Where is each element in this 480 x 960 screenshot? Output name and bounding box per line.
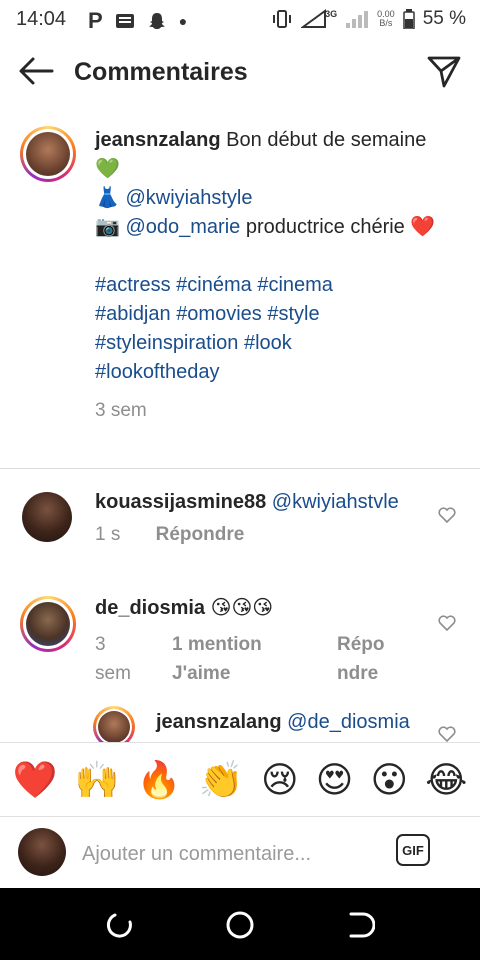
commenter-avatar[interactable] bbox=[20, 596, 76, 652]
hashtag[interactable]: #omovies bbox=[176, 303, 262, 325]
status-bar: 14:04 P ● 3G 0.00 B/s 55 % bbox=[0, 0, 480, 38]
hashtag[interactable]: #look bbox=[244, 332, 292, 354]
emoji-clap[interactable]: 👏 bbox=[199, 759, 244, 801]
comment-mention[interactable]: @kwiyiahstvle bbox=[272, 491, 399, 513]
emoji-heart[interactable]: ❤️ bbox=[13, 759, 58, 801]
news-icon bbox=[115, 14, 134, 28]
commenter-avatar[interactable] bbox=[93, 706, 135, 742]
header: Commentaires bbox=[0, 38, 480, 108]
caption-line3: productrice chérie ❤️ bbox=[245, 216, 436, 238]
emoji-heart-eyes[interactable]: 😍 bbox=[316, 759, 354, 801]
comment-text: 😘😘😘 bbox=[210, 597, 274, 619]
network-type: 3G bbox=[325, 9, 338, 19]
parking-icon: P bbox=[88, 8, 103, 33]
emoji-surprised[interactable]: 😮 bbox=[371, 759, 409, 801]
emoji-laughing[interactable]: 😂 bbox=[425, 759, 467, 801]
emoji-raising-hands[interactable]: 🙌 bbox=[75, 759, 120, 801]
reply-button[interactable]: Répondre bbox=[337, 630, 391, 688]
user-avatar bbox=[18, 828, 66, 876]
emoji-crying[interactable]: 😢 bbox=[261, 759, 299, 801]
emoji-fire[interactable]: 🔥 bbox=[137, 759, 182, 801]
heart-icon[interactable] bbox=[438, 726, 456, 742]
comment-reply: jeansnzalang @de_diosmia bbox=[0, 704, 480, 742]
dot-icon: ● bbox=[178, 13, 188, 29]
hashtag[interactable]: #style bbox=[267, 303, 319, 325]
status-time: 14:04 bbox=[16, 8, 67, 30]
comment-input[interactable]: Ajouter un commentaire... bbox=[82, 843, 311, 866]
cell-signal-icon bbox=[346, 11, 369, 28]
hashtag[interactable]: #lookoftheday bbox=[95, 361, 220, 383]
comment-username[interactable]: kouassijasmine88 bbox=[95, 491, 266, 513]
battery-level: 55 % bbox=[422, 8, 466, 29]
system-nav-bar bbox=[0, 888, 480, 960]
battery-icon bbox=[402, 9, 415, 29]
hashtag[interactable]: #actress bbox=[95, 274, 171, 296]
home-icon[interactable] bbox=[225, 910, 255, 940]
net-speed-unit: B/s bbox=[379, 18, 393, 28]
wifi-signal-icon bbox=[301, 9, 327, 28]
heart-icon[interactable] bbox=[438, 615, 456, 631]
emoji-quick-bar: ❤️ 🙌 🔥 👏 😢 😍 😮 😂 bbox=[0, 742, 480, 816]
mention-odo-marie[interactable]: @odo_marie bbox=[125, 216, 240, 238]
author-avatar[interactable] bbox=[20, 126, 76, 182]
vibrate-icon bbox=[273, 10, 292, 28]
comment-mention[interactable]: @de_diosmia bbox=[287, 711, 410, 733]
hashtag[interactable]: #cinema bbox=[257, 274, 333, 296]
comment-time: 3 sem bbox=[95, 634, 131, 684]
comment-username[interactable]: de_diosmia bbox=[95, 597, 205, 619]
caption-text: jeansnzalang Bon début de semaine 💚 👗 @k… bbox=[95, 126, 455, 425]
caption-username[interactable]: jeansnzalang bbox=[95, 129, 221, 151]
hashtag[interactable]: #abidjan bbox=[95, 303, 171, 325]
dress-emoji: 👗 bbox=[95, 187, 120, 209]
gif-button[interactable]: GIF bbox=[396, 834, 430, 866]
camera-emoji: 📷 bbox=[95, 216, 120, 238]
back-arrow-icon[interactable] bbox=[18, 56, 54, 86]
caption-time: 3 sem bbox=[95, 400, 147, 421]
hashtag[interactable]: #cinéma bbox=[176, 274, 252, 296]
page-title: Commentaires bbox=[74, 58, 248, 86]
divider bbox=[0, 468, 480, 469]
reply-button[interactable]: Répondre bbox=[156, 524, 245, 545]
heart-icon[interactable] bbox=[438, 507, 456, 523]
comment-username[interactable]: jeansnzalang bbox=[156, 711, 282, 733]
commenter-avatar[interactable] bbox=[22, 492, 72, 542]
hashtag[interactable]: #styleinspiration bbox=[95, 332, 238, 354]
likes-count[interactable]: 1 mention J'aime bbox=[172, 630, 302, 688]
mention-kwiyiahstyle[interactable]: @kwiyiahstyle bbox=[125, 187, 252, 209]
comment-time: 1 s bbox=[95, 524, 121, 545]
back-icon[interactable] bbox=[345, 910, 375, 940]
send-icon[interactable] bbox=[426, 54, 462, 90]
post-caption: jeansnzalang Bon début de semaine 💚 👗 @k… bbox=[0, 120, 480, 468]
recent-apps-icon[interactable] bbox=[105, 910, 135, 940]
snapchat-icon bbox=[148, 13, 165, 29]
